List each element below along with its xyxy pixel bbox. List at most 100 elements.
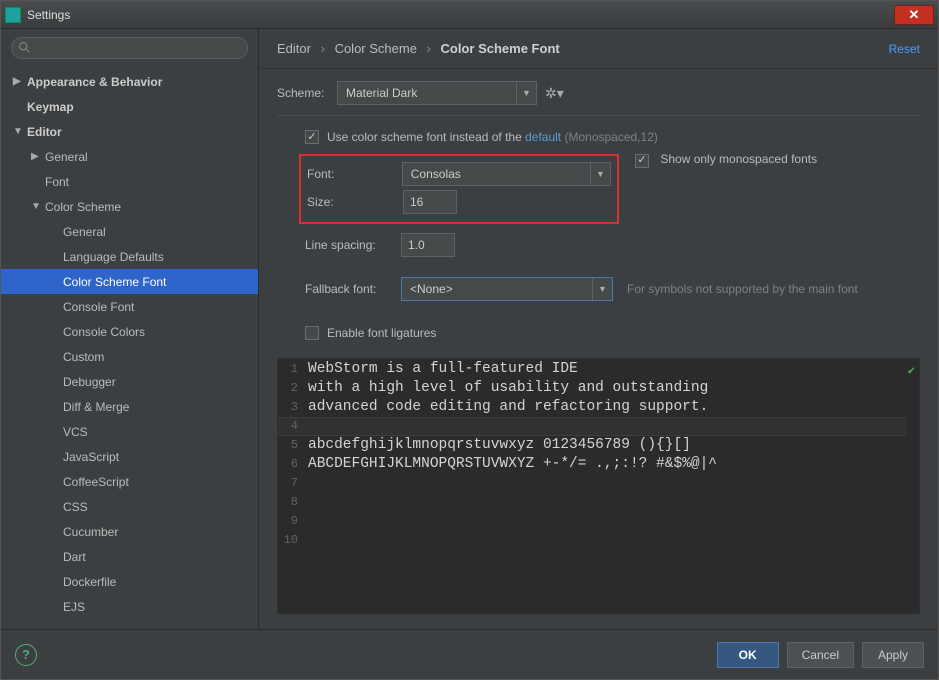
show-monospaced-label: Show only monospaced fonts	[660, 152, 817, 166]
tree-item[interactable]: Language Defaults	[1, 244, 258, 269]
fallback-hint: For symbols not supported by the main fo…	[627, 282, 858, 296]
tree-item-label: Cucumber	[63, 525, 118, 539]
breadcrumb: Editor › Color Scheme › Color Scheme Fon…	[277, 41, 889, 56]
tree-item[interactable]: Diff & Merge	[1, 394, 258, 419]
tree-item-label: Color Scheme	[45, 200, 121, 214]
tree-item-label: JavaScript	[63, 450, 119, 464]
tree-item-label: General	[45, 150, 88, 164]
tree-item-label: Dockerfile	[63, 575, 116, 589]
linespacing-input[interactable]: 1.0	[401, 233, 455, 257]
main-panel: Scheme: Material Dark ▼ ✲▾ Use color sch…	[259, 69, 938, 629]
gear-icon[interactable]: ✲▾	[545, 85, 564, 102]
tree-item[interactable]: Console Colors	[1, 319, 258, 344]
tree-item-label: CSS	[63, 500, 88, 514]
use-scheme-font-label: Use color scheme font instead of the def…	[327, 130, 658, 144]
ok-button[interactable]: OK	[717, 642, 779, 668]
tree-item[interactable]: General	[1, 219, 258, 244]
chevron-right-icon: ▶	[31, 151, 41, 162]
tree-item[interactable]: Color Scheme Font	[1, 269, 258, 294]
tree-item[interactable]: EJS	[1, 594, 258, 619]
tree-item[interactable]: ▼ Editor	[1, 119, 258, 144]
settings-window: Settings ✕ ▶ Appearance & Behavior Keymap ▼…	[0, 0, 939, 680]
close-button[interactable]: ✕	[894, 5, 934, 25]
tree-item[interactable]: CSS	[1, 494, 258, 519]
default-link[interactable]: default	[525, 130, 561, 144]
fallback-select[interactable]: <None> ▼	[401, 277, 613, 301]
show-monospaced-checkbox[interactable]	[635, 154, 649, 168]
preview-code[interactable]: WebStorm is a full-featured IDE with a h…	[308, 359, 901, 613]
size-label: Size:	[307, 195, 403, 209]
inspection-ok-icon: ✔	[908, 362, 915, 381]
font-value: Consolas	[403, 167, 590, 181]
reset-link[interactable]: Reset	[889, 42, 920, 56]
tree-item[interactable]: ▶ General	[1, 144, 258, 169]
linespacing-label: Line spacing:	[305, 238, 401, 252]
tree-item[interactable]: Dockerfile	[1, 569, 258, 594]
tree-item[interactable]: Dart	[1, 544, 258, 569]
chevron-down-icon: ▼	[516, 82, 536, 104]
ligatures-checkbox[interactable]	[305, 326, 319, 340]
tree-item-label: Keymap	[27, 100, 74, 114]
search-box[interactable]	[11, 37, 248, 59]
tree-item[interactable]: Cucumber	[1, 519, 258, 544]
scheme-value: Material Dark	[338, 86, 516, 100]
font-select[interactable]: Consolas ▼	[402, 162, 611, 186]
fallback-label: Fallback font:	[305, 282, 401, 296]
tree-item[interactable]: Font	[1, 169, 258, 194]
tree-item-label: VCS	[63, 425, 88, 439]
chevron-down-icon: ▼	[592, 278, 612, 300]
scheme-select[interactable]: Material Dark ▼	[337, 81, 537, 105]
tree-item-label: Debugger	[63, 375, 116, 389]
tree-item-label: Language Defaults	[63, 250, 164, 264]
search-icon	[18, 41, 31, 54]
tree-item-label: Font	[45, 175, 69, 189]
chevron-down-icon: ▼	[590, 163, 610, 185]
chevron-right-icon: ▶	[13, 76, 23, 87]
ligatures-label: Enable font ligatures	[327, 326, 436, 340]
tree-item-label: Appearance & Behavior	[27, 75, 162, 89]
tree-item-label: Diff & Merge	[63, 400, 129, 414]
tree-item-label: Custom	[63, 350, 104, 364]
chevron-down-icon: ▼	[13, 126, 23, 137]
tree-item-label: Dart	[63, 550, 86, 564]
apply-button[interactable]: Apply	[862, 642, 924, 668]
sidebar: ▶ Appearance & Behavior Keymap ▼ Editor ▶ Gene…	[1, 29, 259, 629]
font-preview[interactable]: 1 2 3 4 5 6 7 8 9 10 WebStorm is a full-…	[277, 358, 920, 614]
tree-item[interactable]: Custom	[1, 344, 258, 369]
breadcrumb-current: Color Scheme Font	[441, 41, 560, 56]
app-icon	[5, 7, 21, 23]
help-button[interactable]: ?	[15, 644, 37, 666]
tree-item[interactable]: Debugger	[1, 369, 258, 394]
chevron-right-icon: ›	[321, 41, 325, 56]
search-input[interactable]	[11, 37, 248, 59]
use-scheme-font-checkbox[interactable]	[305, 130, 319, 144]
tree-item[interactable]: JavaScript	[1, 444, 258, 469]
titlebar[interactable]: Settings ✕	[1, 1, 938, 29]
breadcrumb-colorscheme[interactable]: Color Scheme	[335, 41, 417, 56]
size-input[interactable]: 16	[403, 190, 457, 214]
tree-item[interactable]: Keymap	[1, 94, 258, 119]
tree-item-label: Console Colors	[63, 325, 145, 339]
highlight-box: Font: Consolas ▼ Size: 16	[299, 154, 619, 224]
close-icon: ✕	[909, 8, 920, 21]
font-label: Font:	[307, 167, 402, 181]
tree-item[interactable]: VCS	[1, 419, 258, 444]
tree-item[interactable]: ▶ Appearance & Behavior	[1, 69, 258, 94]
breadcrumb-editor[interactable]: Editor	[277, 41, 311, 56]
tree-item-label: Editor	[27, 125, 62, 139]
fallback-value: <None>	[402, 282, 592, 296]
tree-item[interactable]: ▼ Color Scheme	[1, 194, 258, 219]
tree-item[interactable]: Console Font	[1, 294, 258, 319]
scheme-label: Scheme:	[277, 86, 337, 100]
tree-item[interactable]: CoffeeScript	[1, 469, 258, 494]
settings-tree[interactable]: ▶ Appearance & Behavior Keymap ▼ Editor ▶ Gene…	[1, 65, 258, 629]
tree-item-label: EJS	[63, 600, 85, 614]
breadcrumb-bar: Editor › Color Scheme › Color Scheme Fon…	[259, 29, 938, 69]
chevron-right-icon: ›	[427, 41, 431, 56]
gutter: 1 2 3 4 5 6 7 8 9 10	[278, 359, 304, 613]
cancel-button[interactable]: Cancel	[787, 642, 854, 668]
tree-item-label: Color Scheme Font	[63, 275, 166, 289]
tree-item-label: CoffeeScript	[63, 475, 129, 489]
dialog-footer: ? OK Cancel Apply	[1, 629, 938, 679]
chevron-down-icon: ▼	[31, 201, 41, 212]
